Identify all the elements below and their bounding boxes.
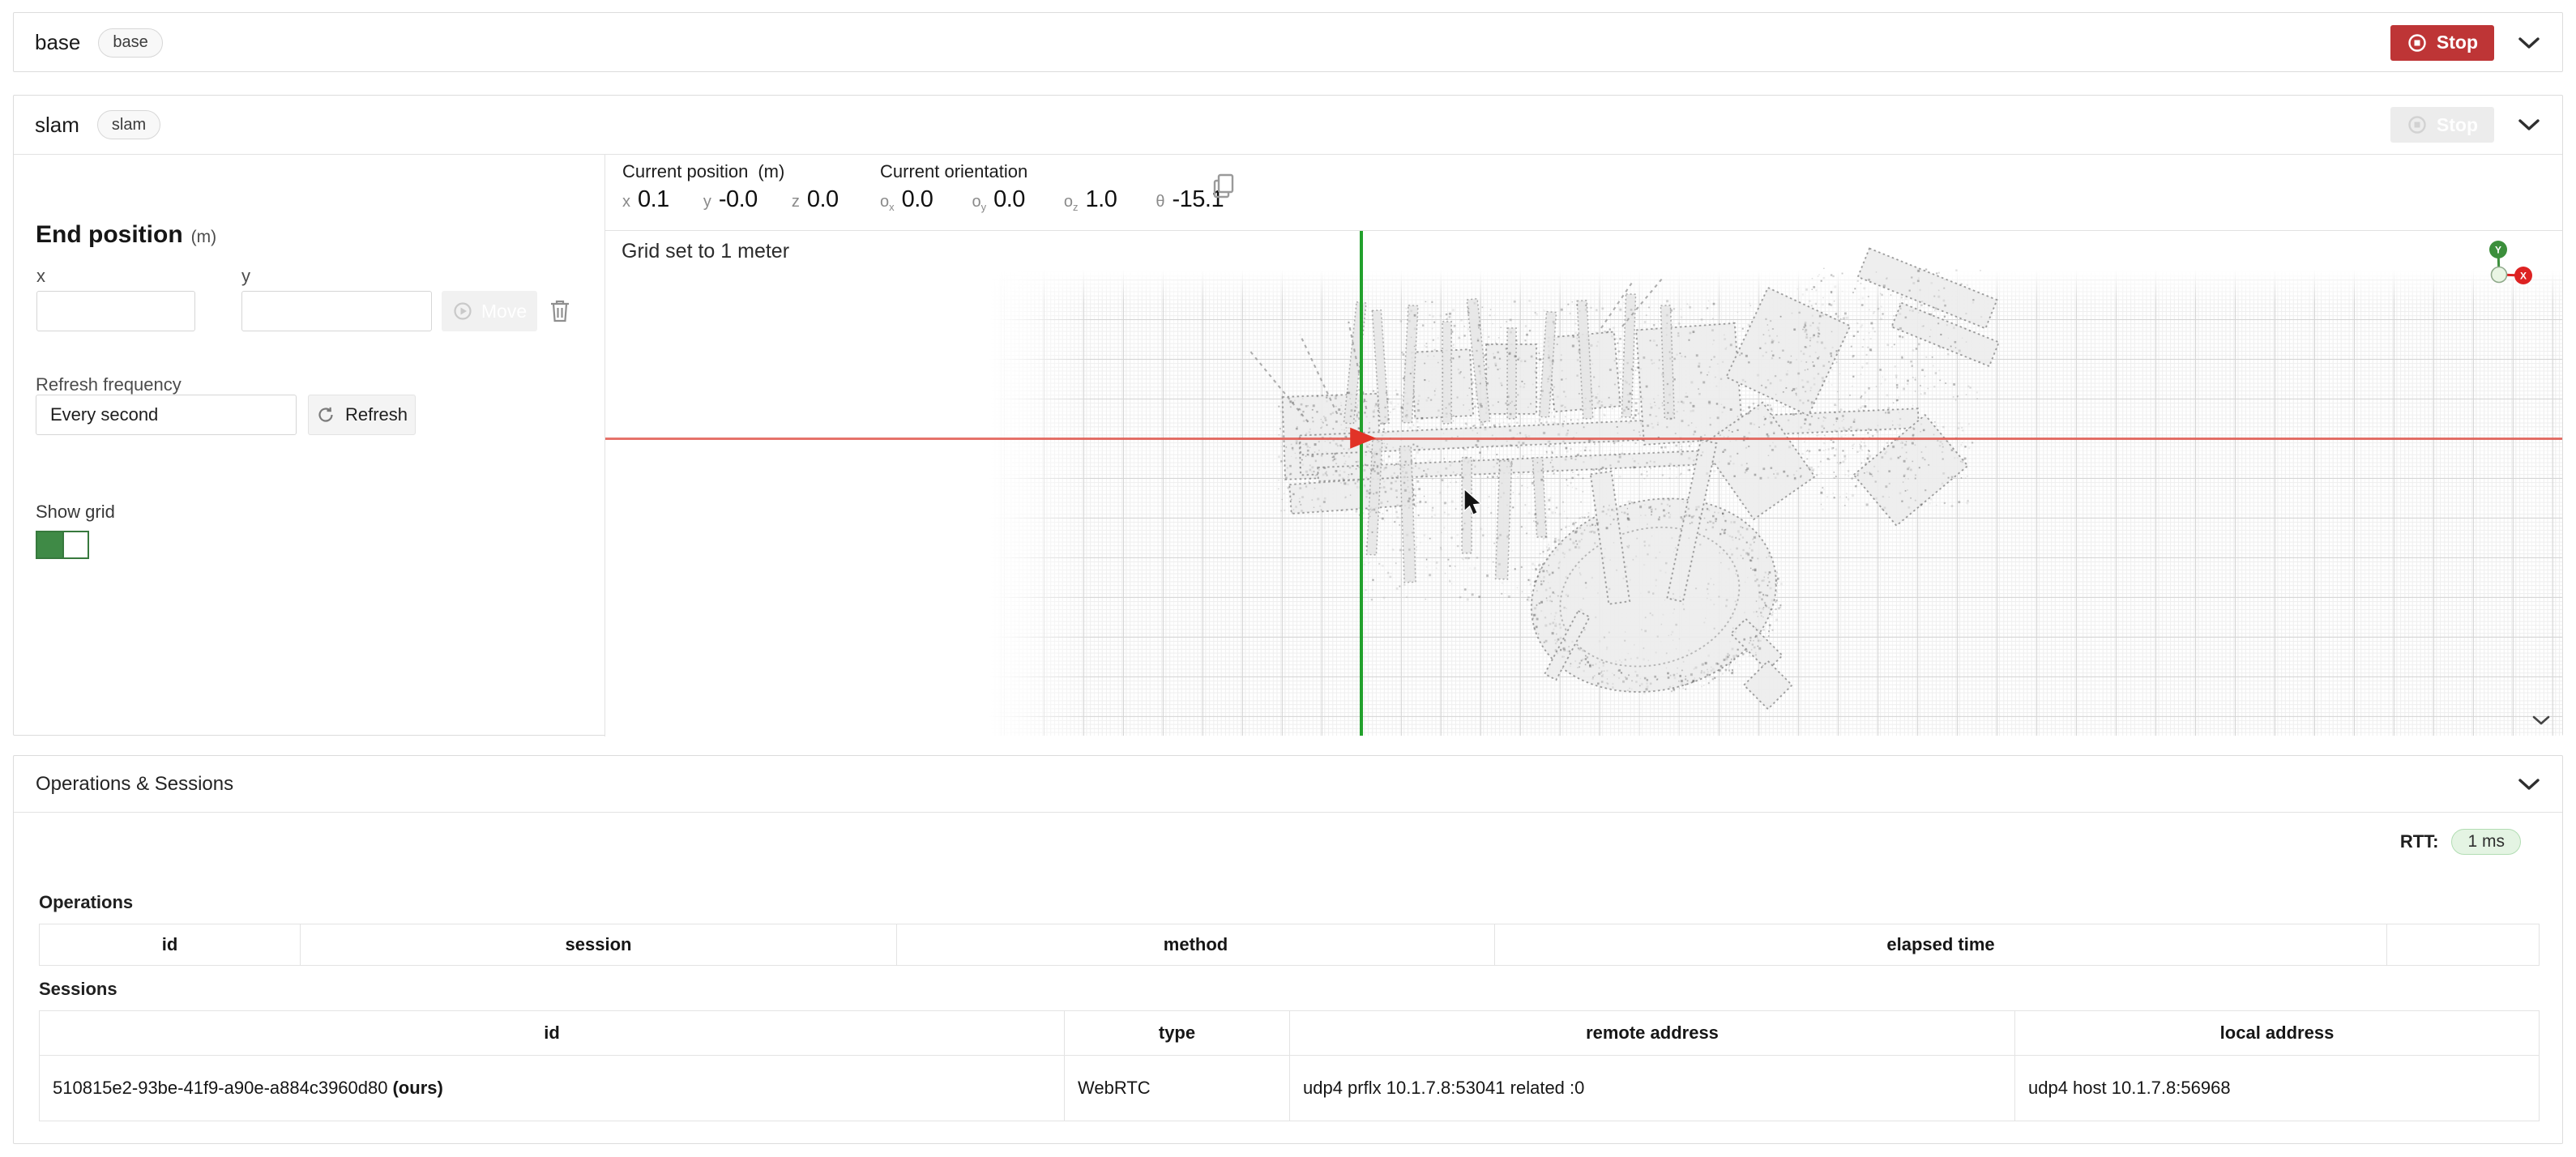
base-card-title: base [35,30,80,55]
current-position-label: Current position [622,161,748,181]
slam-map-panel: Current position(m) x0.1 y-0.0 z0.0 Curr… [605,155,2562,736]
map-y-axis-line [1360,231,1363,736]
operations-sessions-title: Operations & Sessions [36,773,233,796]
refresh-frequency-select[interactable]: Every second [36,395,297,435]
current-orientation-label: Current orientation [880,161,1027,181]
end-position-y-input[interactable] [241,291,432,331]
end-position-title: End position [36,221,183,248]
slam-stop-label: Stop [2437,114,2478,136]
slam-card-header: slam slam Stop [14,96,2562,155]
position-y-value: -0.0 [719,186,758,213]
operations-table: id session method elapsed time [39,924,2540,966]
rtt-row: RTT: 1 ms [39,826,2537,858]
current-orientation-block: Current orientation ox0.0 oy0.0 oz1.0 θ-… [880,161,1224,213]
col-session: session [301,924,897,966]
operations-header-row: id session method elapsed time [40,924,2540,966]
copy-icon [1211,173,1236,200]
position-x-value: 0.1 [638,186,669,213]
base-stop-button[interactable]: Stop [2390,25,2494,61]
session-id-cell: 510815e2-93be-41f9-a90e-a884c3960d80(our… [40,1056,1065,1121]
operations-sessions-card: Operations & Sessions RTT: 1 ms Operatio… [13,755,2563,1144]
show-grid-label: Show grid [36,502,115,523]
base-stop-label: Stop [2437,32,2478,53]
refresh-button[interactable]: Refresh [308,395,416,435]
col-actions [2387,924,2540,966]
current-position-block: Current position(m) x0.1 y-0.0 z0.0 [622,161,839,213]
rtt-badge: 1 ms [2451,829,2521,855]
col-method: method [897,924,1495,966]
stop-circle-icon [2407,114,2428,135]
svg-text:Y: Y [2495,245,2501,256]
chevron-down-icon [2531,715,2551,726]
gizmo-center[interactable] [2492,267,2507,283]
delete-end-position-button[interactable] [549,298,571,324]
slam-controls-panel: End position (m) x y Move Refresh [14,155,605,736]
map-grid [971,266,2562,736]
grid-scale-note: Grid set to 1 meter [622,240,789,263]
current-position-unit: (m) [758,161,784,181]
base-component-card: base base Stop [13,12,2563,72]
chevron-down-icon [2517,36,2541,50]
slam-map-viewport[interactable]: Grid set to 1 meter Y X [605,231,2562,736]
col-id: id [40,1011,1065,1056]
end-position-x-input[interactable] [36,291,195,331]
svg-text:X: X [2520,271,2527,282]
copy-pose-button[interactable] [1211,173,1236,200]
base-collapse-chevron[interactable] [2517,36,2541,50]
sessions-table-label: Sessions [39,979,2537,1000]
col-remote-address: remote address [1290,1011,2015,1056]
refresh-button-label: Refresh [345,404,408,425]
slam-type-chip: slam [97,110,160,139]
map-grid-fade [971,231,1092,736]
map-grid-fade [971,266,2562,303]
map-expand-chevron[interactable] [2531,715,2551,726]
chevron-down-icon [2517,117,2541,132]
operations-collapse-chevron[interactable] [2517,777,2541,792]
orientation-ox-value: 0.0 [902,186,933,213]
move-label: Move [481,301,527,322]
chevron-down-icon [2517,777,2541,792]
show-grid-toggle[interactable] [36,531,89,559]
col-type: type [1065,1011,1290,1056]
play-circle-icon [452,301,473,322]
base-type-chip: base [98,28,162,58]
sessions-table: id type remote address local address 510… [39,1010,2540,1121]
map-x-axis-line [605,438,2562,440]
slam-service-card: slam slam Stop [13,95,2563,736]
slam-card-title: slam [35,113,79,138]
toggle-knob [62,532,88,557]
session-row: 510815e2-93be-41f9-a90e-a884c3960d80(our… [40,1056,2540,1121]
refresh-frequency-label: Refresh frequency [36,374,182,395]
slam-collapse-chevron[interactable] [2517,117,2541,132]
refresh-frequency-value: Every second [50,404,158,425]
position-z-value: 0.0 [807,186,839,213]
axes-gizmo[interactable]: Y X [2478,237,2540,296]
operations-sessions-header: Operations & Sessions [14,756,2562,813]
y-field-label: y [241,266,250,287]
stop-circle-icon [2407,32,2428,53]
orientation-oz-value: 1.0 [1086,186,1117,213]
rtt-label: RTT: [2400,831,2439,852]
operations-table-label: Operations [39,892,2537,913]
trash-icon [549,298,571,324]
sessions-header-row: id type remote address local address [40,1011,2540,1056]
refresh-icon [316,405,335,425]
col-id: id [40,924,301,966]
pose-readout-row: Current position(m) x0.1 y-0.0 z0.0 Curr… [605,155,2562,231]
end-position-heading: End position (m) [36,221,216,249]
base-card-header: base base Stop [14,13,2562,72]
end-position-unit: (m) [191,228,216,246]
move-button[interactable]: Move [442,291,537,331]
robot-control-page: base base Stop slam [0,0,2576,1157]
col-local-address: local address [2015,1011,2540,1056]
orientation-oy-value: 0.0 [993,186,1025,213]
col-elapsed-time: elapsed time [1495,924,2387,966]
slam-stop-button[interactable]: Stop [2390,107,2494,143]
session-remote-cell: udp4 prflx 10.1.7.8:53041 related :0 [1290,1056,2015,1121]
session-local-cell: udp4 host 10.1.7.8:56968 [2015,1056,2540,1121]
x-field-label: x [36,266,45,287]
session-type-cell: WebRTC [1065,1056,1290,1121]
